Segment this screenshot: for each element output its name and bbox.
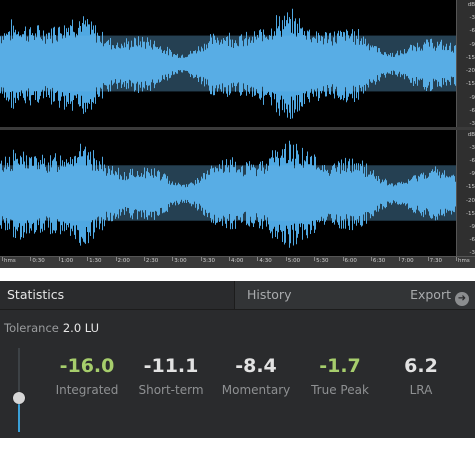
waveform-channel-right[interactable]	[0, 130, 456, 256]
scale-label: dB	[467, 2, 475, 8]
amplitude-scale-left: dB -3 -6 -9 -15 -20 -15 -9 -6 -3	[456, 0, 475, 127]
time-ruler[interactable]: hms 0:30 1:00 1:30 2:00 2:30 3:00 3:30 4:00 4:30 5…	[0, 256, 475, 268]
time-label: 6:30	[372, 258, 386, 264]
time-tick	[229, 257, 230, 261]
time-label: hms	[4, 258, 16, 264]
scale-label: -9	[469, 223, 475, 230]
time-label: 6:00	[344, 258, 357, 264]
waveform-editor[interactable]: dB -3 -6 -9 -15 -20 -15 -9 -6 -3 dB -3 -6 -9 -15 -20 -1…	[0, 0, 475, 268]
time-tick	[2, 257, 3, 261]
tolerance-label: Tolerance	[4, 321, 59, 335]
time-label: 5:30	[316, 258, 329, 264]
time-tick	[370, 257, 372, 261]
slider-thumb[interactable]	[13, 392, 25, 405]
stat-integrated: -16.0 Integrated	[53, 355, 121, 397]
loudness-panel: Statistics History Export ➜ Tolerance 2.0 …	[0, 281, 475, 438]
scale-label: -20	[466, 68, 475, 75]
time-tick	[115, 257, 117, 261]
scale-label: -6	[469, 158, 475, 165]
time-tick	[87, 257, 89, 261]
time-label: hms	[458, 258, 470, 264]
time-tick	[285, 257, 287, 261]
time-label: 4:30	[259, 258, 272, 264]
scale-label: -15	[466, 81, 475, 88]
scale-label: -15	[466, 54, 475, 61]
tab-statistics[interactable]: Statistics	[0, 281, 235, 309]
time-tick	[314, 257, 316, 261]
waveform-left	[0, 8, 456, 119]
time-label: 0:30	[32, 258, 45, 264]
time-label: 2:00	[117, 258, 130, 264]
short-term-label: Short-term	[138, 383, 204, 397]
time-label: 7:30	[429, 258, 442, 264]
time-tick	[143, 257, 145, 261]
stat-lra: 6.2 LRA	[395, 355, 447, 397]
time-tick	[257, 257, 259, 261]
stat-momentary: -8.4 Momentary	[220, 355, 292, 397]
time-tick	[427, 257, 429, 261]
tolerance-readout: Tolerance 2.0 LU	[4, 321, 99, 335]
tolerance-value: 2.0 LU	[62, 321, 100, 335]
export-label: Export	[410, 287, 451, 302]
tab-history[interactable]: History	[236, 281, 396, 309]
time-label: 2:30	[145, 258, 159, 264]
time-tick	[172, 257, 174, 261]
scale-label: -3	[469, 145, 475, 152]
scale-label: -6	[469, 107, 475, 114]
waveform-right	[0, 140, 456, 248]
true-peak-value: -1.7	[319, 355, 361, 377]
time-tick	[456, 257, 457, 261]
stat-true-peak: -1.7 True Peak	[305, 355, 375, 397]
short-term-value: -11.1	[143, 355, 199, 377]
scale-label: -20	[466, 197, 475, 204]
amplitude-scale-right: dB -3 -6 -9 -15 -20 -15 -9 -6 -3	[456, 130, 475, 256]
time-tick	[30, 257, 32, 261]
momentary-label: Momentary	[221, 383, 291, 397]
scale-label: -9	[469, 41, 475, 48]
integrated-label: Integrated	[55, 383, 119, 397]
time-label: 3:00	[174, 258, 187, 264]
time-tick	[399, 257, 401, 261]
stat-short-term: -11.1 Short-term	[135, 355, 207, 397]
scale-label: dB	[467, 132, 475, 138]
arrow-right-circle-icon: ➜	[455, 292, 469, 306]
time-label: 4:00	[231, 258, 244, 264]
time-label: 1:00	[60, 258, 74, 264]
scale-label: -9	[469, 94, 475, 101]
true-peak-label: True Peak	[311, 383, 369, 397]
scale-label: -15	[466, 210, 475, 217]
tolerance-slider[interactable]	[12, 348, 26, 432]
time-label: 5:00	[287, 258, 301, 264]
time-tick	[58, 257, 60, 261]
scale-label: -9	[469, 171, 475, 178]
time-label: 3:30	[202, 258, 215, 264]
lra-value: 6.2	[404, 355, 438, 377]
scale-label: -6	[469, 28, 475, 35]
waveform-channel-left[interactable]	[0, 0, 456, 127]
export-button[interactable]: Export ➜	[410, 281, 469, 309]
time-label: 7:00	[401, 258, 414, 264]
scale-label: -15	[466, 184, 475, 191]
integrated-value: -16.0	[59, 355, 115, 377]
panel-tabs: Statistics History Export ➜	[0, 281, 475, 310]
lra-label: LRA	[409, 383, 433, 397]
time-tick	[200, 257, 202, 261]
scale-label: -6	[469, 236, 475, 243]
time-label: 1:30	[89, 258, 102, 264]
momentary-value: -8.4	[235, 355, 277, 377]
scale-label: -3	[469, 15, 475, 22]
time-tick	[342, 257, 344, 261]
